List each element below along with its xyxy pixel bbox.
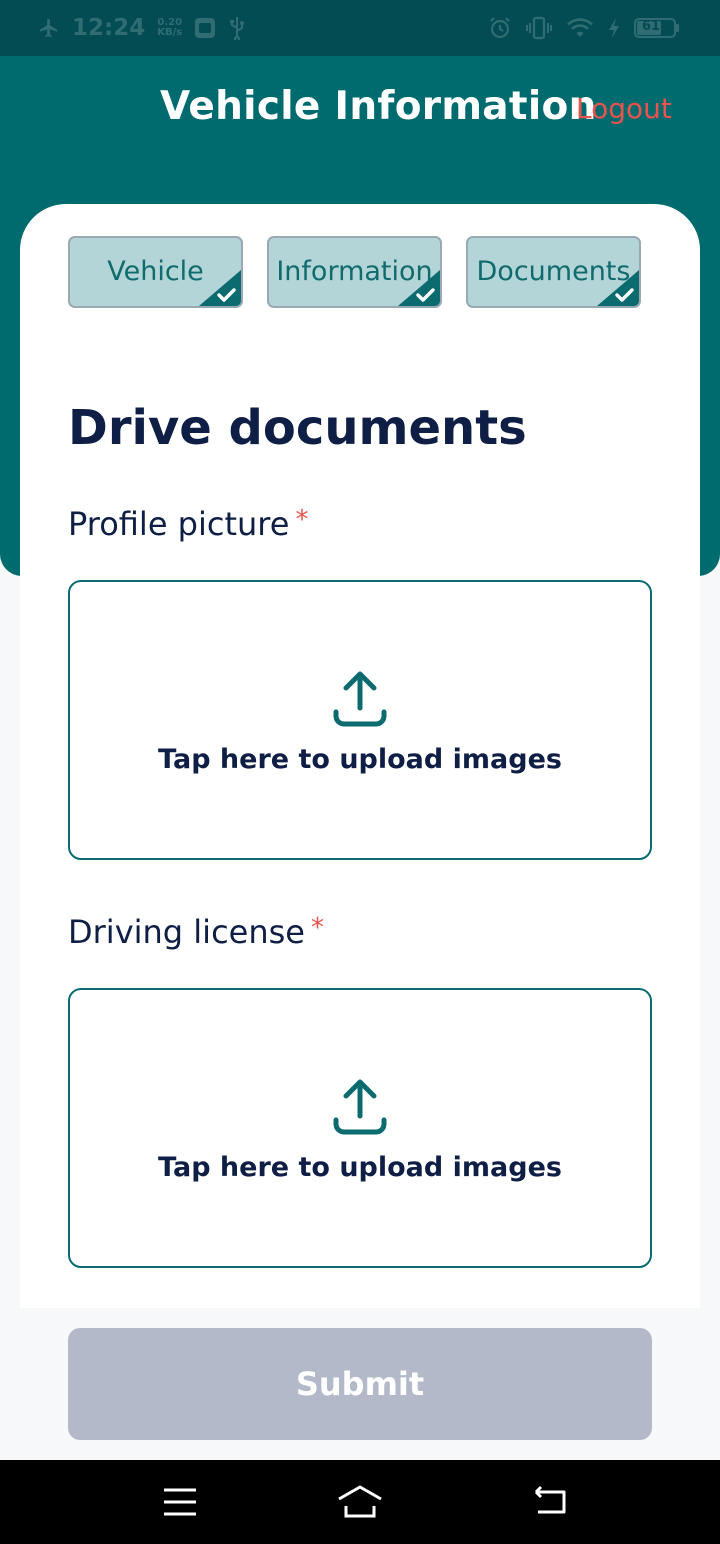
network-speed: 0.20 KB/s	[157, 18, 182, 38]
vpn-icon	[195, 18, 216, 38]
menu-icon[interactable]	[160, 1482, 200, 1522]
upload-icon	[333, 1079, 387, 1135]
check-icon	[398, 270, 440, 306]
upload-text: Tap here to upload images	[158, 744, 562, 775]
navigation-bar	[0, 1460, 720, 1544]
wifi-icon	[567, 18, 593, 37]
page-title: Vehicle Information	[160, 84, 597, 129]
submit-button[interactable]: Submit	[68, 1328, 652, 1440]
status-bar: 12:24 0.20 KB/s 61	[0, 0, 720, 56]
driving-license-upload[interactable]: Tap here to upload images	[68, 988, 652, 1268]
section-title: Drive documents	[68, 400, 527, 456]
step-vehicle[interactable]: Vehicle	[68, 236, 243, 308]
upload-text: Tap here to upload images	[158, 1152, 562, 1183]
alarm-icon	[490, 17, 510, 39]
back-icon[interactable]	[530, 1482, 570, 1522]
charging-icon	[609, 18, 619, 38]
check-icon	[597, 270, 639, 306]
logout-button[interactable]: Logout	[576, 92, 672, 125]
required-mark: *	[310, 913, 324, 943]
driving-license-label: Driving license *	[68, 913, 324, 951]
vibrate-icon	[526, 16, 552, 40]
battery-icon: 61	[634, 18, 680, 38]
status-time: 12:24	[72, 15, 146, 41]
check-icon	[199, 270, 241, 306]
step-documents[interactable]: Documents	[466, 236, 641, 308]
profile-picture-label: Profile picture *	[68, 505, 308, 543]
battery-level: 61	[642, 19, 661, 34]
step-information[interactable]: Information	[267, 236, 442, 308]
field-label-text: Profile picture	[68, 505, 290, 543]
field-label-text: Driving license	[68, 913, 305, 951]
upload-icon	[333, 671, 387, 727]
home-icon[interactable]	[336, 1482, 384, 1522]
status-bar-left: 12:24 0.20 KB/s	[38, 0, 246, 56]
airplane-icon	[39, 18, 58, 38]
required-mark: *	[295, 505, 309, 535]
profile-picture-upload[interactable]: Tap here to upload images	[68, 580, 652, 860]
usb-icon	[230, 17, 245, 40]
status-bar-right: 61	[488, 0, 680, 56]
network-speed-unit: KB/s	[157, 27, 183, 38]
